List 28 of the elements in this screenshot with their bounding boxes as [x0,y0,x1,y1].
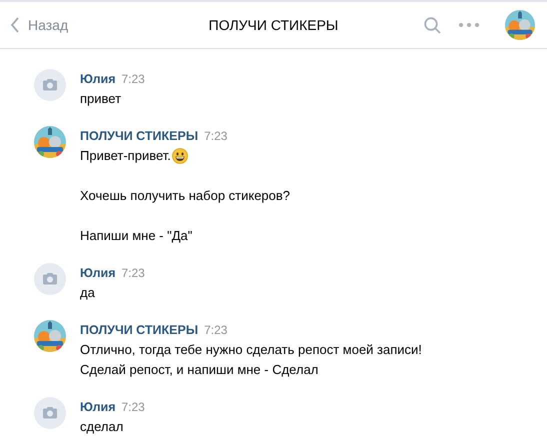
camera-avatar-icon [34,69,66,101]
search-icon[interactable] [424,16,441,34]
message-text: да [80,284,95,302]
cartoon-logo-avatar-icon [505,10,535,40]
message-text: привет [80,90,122,108]
message-time: 7:23 [122,71,145,88]
chevron-left-icon [10,17,20,33]
message-text: Отлично, тогда тебе нужно сделать репост моей записи! [80,341,422,359]
message-text: Сделай репост, и напиши мне - Сделал [80,361,318,379]
cartoon-logo-avatar-icon [34,126,66,158]
message-text: Хочешь получить набор стикеров? [80,187,290,205]
author-name[interactable]: ПОЛУЧИ СТИКЕРЫ [80,127,198,146]
author-name[interactable]: Юлия [80,398,116,417]
author-name[interactable]: Юлия [80,264,116,283]
message-time: 7:23 [204,128,228,145]
message-text: Напиши мне - "Да" [80,227,192,245]
chat-title: ПОЛУЧИ СТИКЕРЫ [208,17,338,33]
author-name[interactable]: Юлия [80,70,116,89]
camera-avatar-icon [34,397,66,429]
message-time: 7:23 [204,322,228,339]
message-time: 7:23 [122,265,145,282]
message-text: сделал [80,418,124,436]
message-text: Привет-привет. [80,147,171,165]
message-time: 7:23 [122,399,145,416]
cartoon-logo-avatar-icon [34,320,66,352]
more-icon[interactable] [459,23,479,27]
camera-avatar-icon [34,263,66,295]
author-name[interactable]: ПОЛУЧИ СТИКЕРЫ [80,321,198,340]
